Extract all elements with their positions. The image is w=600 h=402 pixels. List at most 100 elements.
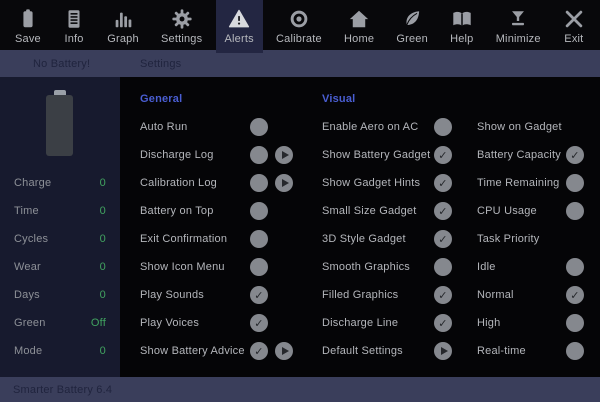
stat-value: Off — [91, 317, 106, 329]
settings-row-label: Play Voices — [140, 317, 250, 329]
minimize-icon — [507, 6, 529, 30]
toolbar-item-home[interactable]: Home — [335, 0, 383, 50]
toggle-filled-graphics[interactable]: ✓ — [434, 286, 452, 304]
settings-row-time-remaining: Time Remaining — [477, 169, 584, 197]
settings-row-label: Show Battery Advice — [140, 345, 250, 357]
toggle-cpu-usage[interactable] — [566, 202, 584, 220]
stat-value: 0 — [100, 289, 106, 301]
toggle-discharge-line[interactable]: ✓ — [434, 314, 452, 332]
battery-icon — [46, 90, 73, 156]
play-icon — [282, 151, 289, 159]
settings-row-label: High — [477, 317, 566, 329]
stat-row-charge: Charge0 — [0, 169, 120, 197]
toolbar-item-label: Minimize — [496, 33, 541, 45]
toolbar-item-settings[interactable]: Settings — [152, 0, 211, 50]
settings-row-label: Filled Graphics — [322, 289, 434, 301]
toggle-time-remaining[interactable] — [566, 174, 584, 192]
toggle-auto-run[interactable] — [250, 118, 268, 136]
toggle-discharge-log[interactable] — [250, 146, 268, 164]
stat-label: Wear — [14, 261, 41, 273]
settings-column-visual: VisualEnable Aero on ACShow Battery Gadg… — [322, 85, 452, 365]
toggle-calibration-log[interactable] — [250, 174, 268, 192]
play-button-show-battery-advice[interactable] — [275, 342, 293, 360]
stat-label: Cycles — [14, 233, 48, 245]
settings-row-label: Calibration Log — [140, 177, 250, 189]
settings-row-label: Show Gadget Hints — [322, 177, 434, 189]
settings-panel: General Auto Run Discharge Log Calibration … — [120, 77, 600, 377]
toolbar-item-label: Green — [396, 33, 428, 45]
current-view-tab[interactable]: Settings — [140, 58, 181, 70]
settings-row-show-battery-advice: Show Battery Advice✓ — [140, 337, 293, 365]
stat-row-wear: Wear0 — [0, 253, 120, 281]
toggle-play-voices[interactable]: ✓ — [250, 314, 268, 332]
toggle-idle[interactable] — [566, 258, 584, 276]
toggle-exit-confirmation[interactable] — [250, 230, 268, 248]
play-icon — [282, 347, 289, 355]
toggle-real-time[interactable] — [566, 342, 584, 360]
play-button-default-settings[interactable] — [434, 342, 452, 360]
calibrate-icon — [288, 6, 310, 30]
settings-row-label: Play Sounds — [140, 289, 250, 301]
stat-value: 0 — [100, 205, 106, 217]
settings-row-3d-style-gadget: 3D Style Gadget✓ — [322, 225, 452, 253]
settings-row-label: Exit Confirmation — [140, 233, 250, 245]
toolbar-item-info[interactable]: Info — [54, 0, 94, 50]
toggle-show-battery-gadget[interactable]: ✓ — [434, 146, 452, 164]
alerts-icon — [228, 6, 250, 30]
battery-status-tab[interactable]: No Battery! — [33, 58, 90, 70]
toolbar-item-calibrate[interactable]: Calibrate — [267, 0, 331, 50]
settings-row-exit-confirmation: Exit Confirmation — [140, 225, 293, 253]
settings-row-label: Auto Run — [140, 121, 250, 133]
toggle-show-icon-menu[interactable] — [250, 258, 268, 276]
stat-row-green: Green Off — [0, 309, 120, 337]
battery-stats-list: Charge0Time0Cycles0Wear0Days0GreenOffMod… — [0, 169, 120, 365]
play-button-discharge-log[interactable] — [275, 146, 293, 164]
toolbar-item-alerts[interactable]: Alerts — [216, 0, 263, 50]
settings-row-calibration-log: Calibration Log — [140, 169, 293, 197]
toolbar-item-label: Settings — [161, 33, 202, 45]
toolbar-item-label: Save — [15, 33, 41, 45]
settings-row-label: Small Size Gadget — [322, 205, 434, 217]
settings-row-label: Smooth Graphics — [322, 261, 434, 273]
settings-row-label: Time Remaining — [477, 177, 566, 189]
toggle-3d-style-gadget[interactable]: ✓ — [434, 230, 452, 248]
toggle-battery-on-top[interactable] — [250, 202, 268, 220]
toolbar-item-green[interactable]: Green — [387, 0, 437, 50]
settings-row-play-sounds: Play Sounds✓ — [140, 281, 293, 309]
toolbar-item-label: Info — [64, 33, 83, 45]
toolbar-item-save[interactable]: Save — [6, 0, 50, 50]
toolbar-item-help[interactable]: Help — [441, 0, 482, 50]
toggle-normal[interactable]: ✓ — [566, 286, 584, 304]
toggle-play-sounds[interactable]: ✓ — [250, 286, 268, 304]
home-icon — [348, 6, 370, 30]
settings-row-label: Battery on Top — [140, 205, 250, 217]
toggle-show-gadget-hints[interactable]: ✓ — [434, 174, 452, 192]
toggle-battery-capacity[interactable]: ✓ — [566, 146, 584, 164]
toolbar-item-minimize[interactable]: Minimize — [487, 0, 550, 50]
toolbar-item-graph[interactable]: Graph — [98, 0, 148, 50]
settings-row-filled-graphics: Filled Graphics✓ — [322, 281, 452, 309]
stat-row-cycles: Cycles0 — [0, 225, 120, 253]
toolbar-item-exit[interactable]: Exit — [554, 0, 594, 50]
play-button-calibration-log[interactable] — [275, 174, 293, 192]
statusbar: No Battery! Settings — [0, 50, 600, 77]
settings-row-label: Discharge Log — [140, 149, 250, 161]
toggle-show-battery-advice[interactable]: ✓ — [250, 342, 268, 360]
toggle-high[interactable] — [566, 314, 584, 332]
stat-label: Time — [14, 205, 39, 217]
save-icon — [17, 6, 39, 30]
sidebar: Charge0Time0Cycles0Wear0Days0GreenOffMod… — [0, 77, 120, 377]
settings-row-idle: Idle — [477, 253, 584, 281]
toggle-smooth-graphics[interactable] — [434, 258, 452, 276]
settings-row-auto-run: Auto Run — [140, 113, 293, 141]
stat-value: 0 — [100, 177, 106, 189]
settings-column-general: General Auto Run Discharge Log Calibration … — [140, 85, 293, 365]
section-header: General — [140, 85, 293, 113]
stat-label: Green — [14, 317, 46, 329]
toggle-enable-aero-on-ac[interactable] — [434, 118, 452, 136]
toolbar-item-label: Graph — [107, 33, 139, 45]
settings-row-label: Task Priority — [477, 233, 566, 245]
stat-value: 0 — [100, 345, 106, 357]
toggle-small-size-gadget[interactable]: ✓ — [434, 202, 452, 220]
settings-row-discharge-log: Discharge Log — [140, 141, 293, 169]
